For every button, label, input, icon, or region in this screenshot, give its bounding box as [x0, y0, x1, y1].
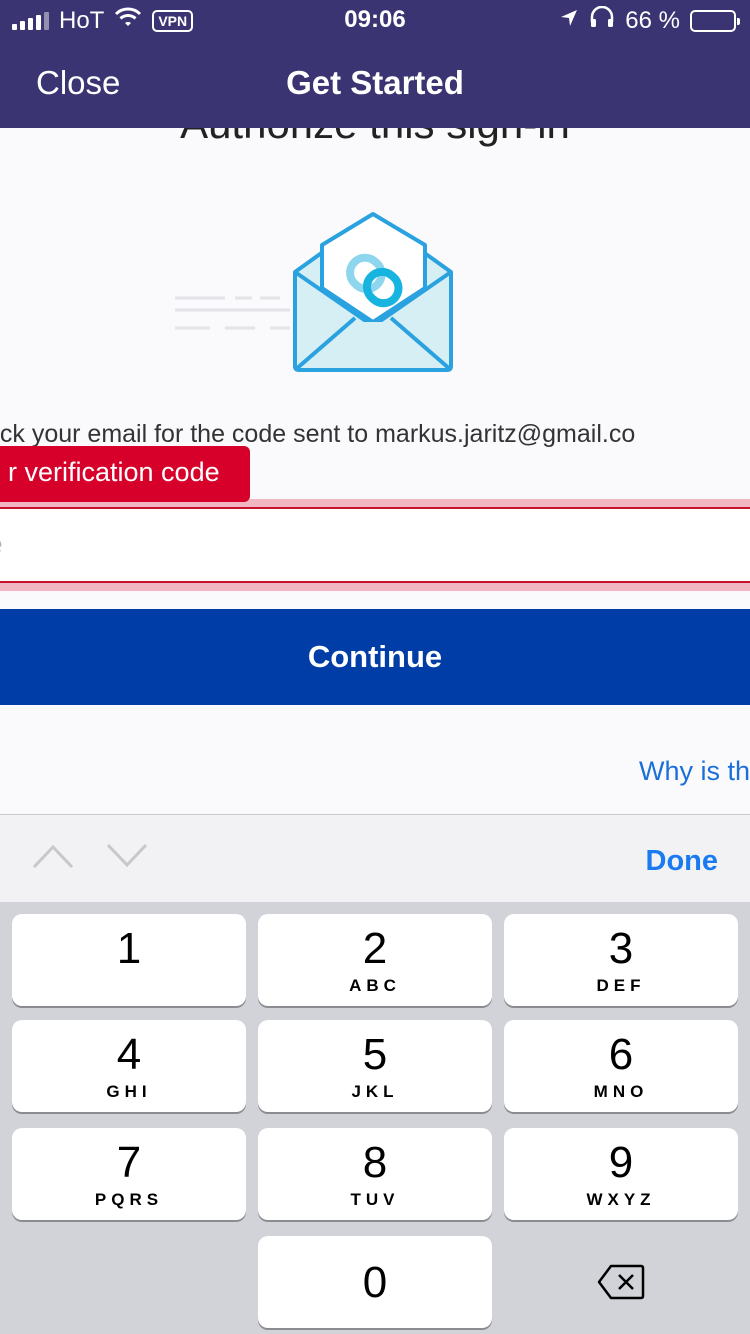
key-5[interactable]: 5 JKL [258, 1020, 492, 1112]
chevron-down-icon[interactable] [106, 843, 148, 874]
battery-icon [690, 9, 740, 32]
chevron-up-icon[interactable] [32, 843, 74, 874]
key-2[interactable]: 2 ABC [258, 914, 492, 1006]
key-9[interactable]: 9 WXYZ [504, 1128, 738, 1220]
delete-key[interactable] [504, 1236, 738, 1328]
headphones-icon [589, 5, 615, 35]
key-4[interactable]: 4 GHI [12, 1020, 246, 1112]
backspace-icon [504, 1264, 738, 1305]
key-6[interactable]: 6 MNO [504, 1020, 738, 1112]
location-arrow-icon [559, 7, 579, 35]
close-button[interactable]: Close [36, 64, 120, 102]
heading: Authorize this sign-in [0, 128, 750, 148]
keyboard-accessory-bar: Done [0, 814, 750, 902]
status-bar: HoT VPN 09:06 66 % [0, 0, 750, 40]
key-3[interactable]: 3 DEF [504, 914, 738, 1006]
continue-button[interactable]: Continue [0, 609, 750, 705]
key-0[interactable]: 0 [258, 1236, 492, 1328]
battery-percent: 66 % [625, 6, 680, 34]
envelope-link-icon [170, 210, 470, 385]
key-1[interactable]: 1 [12, 914, 246, 1006]
why-link[interactable]: Why is th [639, 756, 750, 787]
error-message: r verification code [0, 446, 250, 502]
key-8[interactable]: 8 TUV [258, 1128, 492, 1220]
done-button[interactable]: Done [646, 845, 719, 878]
nav-bar: Close Get Started [0, 40, 750, 128]
key-7[interactable]: 7 PQRS [12, 1128, 246, 1220]
verification-code-input[interactable] [0, 507, 750, 583]
number-keypad: 1 2 ABC 3 DEF 4 GHI 5 JKL 6 MNO 7 PQRS 8… [0, 902, 750, 1334]
instruction-text: eck your email for the code sent to mark… [0, 420, 636, 448]
main-content: Authorize this sign-in eck your emai [0, 128, 750, 814]
